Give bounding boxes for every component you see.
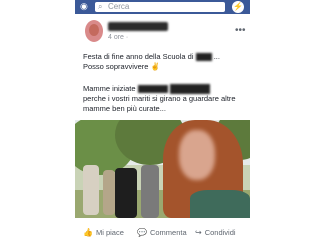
share-icon: ↪ xyxy=(195,228,202,237)
post-time: 4 ore xyxy=(108,34,124,41)
facebook-app-frame: ◉ ⌕ Cerca ⚡ 4 ore · ••• Festa di fine an… xyxy=(75,0,250,242)
post-text-line-3: Mamme iniziate xyxy=(83,84,248,95)
search-input[interactable]: ⌕ Cerca xyxy=(95,2,225,12)
redaction xyxy=(195,53,212,62)
thumbs-up-icon: 👍 xyxy=(83,228,93,237)
more-options-icon[interactable]: ••• xyxy=(235,25,246,36)
camera-icon[interactable]: ◉ xyxy=(80,2,89,11)
comment-button[interactable]: 💬 Commenta xyxy=(137,227,187,239)
messenger-icon[interactable]: ⚡ xyxy=(232,1,244,13)
top-bar: ◉ ⌕ Cerca ⚡ xyxy=(75,0,250,14)
avatar[interactable] xyxy=(85,20,103,42)
like-button[interactable]: 👍 Mi piace xyxy=(83,227,124,239)
redaction xyxy=(137,85,168,94)
post-photo[interactable] xyxy=(75,120,250,218)
post-text-line-1: Festa di fine anno della Scuola di ... xyxy=(83,52,248,62)
post-text-line-5: mamme ben più curate... xyxy=(83,104,166,113)
post-actions: 👍 Mi piace 💬 Commenta ↪ Condividi xyxy=(75,224,250,242)
post-meta: 4 ore · xyxy=(108,34,128,41)
redaction xyxy=(169,84,210,95)
comment-icon: 💬 xyxy=(137,228,147,237)
post-text-line-2: Posso sopravvivere ✌ xyxy=(83,62,160,71)
share-button[interactable]: ↪ Condividi xyxy=(195,227,236,239)
post-line1-tail: ... xyxy=(213,52,220,61)
post-text-line-4: perche i vostri mariti si girano a guard… xyxy=(83,94,236,103)
search-placeholder: Cerca xyxy=(108,2,130,11)
post-line3: Mamme iniziate xyxy=(83,84,136,93)
globe-icon: · xyxy=(125,34,129,41)
post-line1: Festa di fine anno della Scuola di xyxy=(83,52,194,61)
author-name-redacted[interactable] xyxy=(108,22,168,31)
search-icon: ⌕ xyxy=(98,2,103,11)
